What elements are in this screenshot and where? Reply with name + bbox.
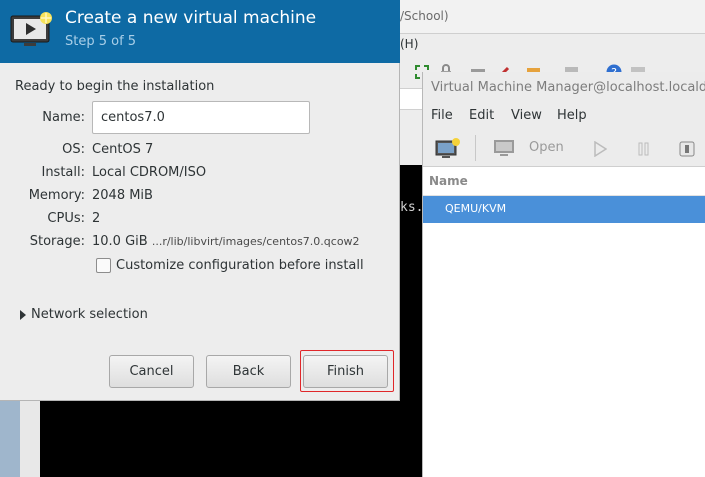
storage-label: Storage:: [29, 234, 85, 249]
background-window-title: /School): [400, 9, 449, 23]
dialog-header: Create a new virtual machine Step 5 of 5: [0, 0, 400, 63]
dialog-step: Step 5 of 5: [65, 34, 137, 49]
menu-file[interactable]: File: [431, 108, 453, 123]
background-window-titlebar: /School): [400, 0, 705, 34]
new-vm-wizard-icon: [10, 12, 54, 50]
dialog-title: Create a new virtual machine: [65, 8, 317, 28]
connection-label: QEMU/KVM: [445, 202, 507, 215]
background-menu-help[interactable]: (H): [400, 37, 418, 51]
monitor-icon: [494, 140, 514, 156]
pause-icon[interactable]: [637, 141, 651, 161]
memory-label: Memory:: [28, 188, 85, 203]
os-label: OS:: [62, 142, 85, 157]
menu-edit[interactable]: Edit: [469, 108, 494, 123]
storage-path: ...r/lib/libvirt/images/centos7.0.qcow2: [151, 235, 360, 248]
ready-label: Ready to begin the installation: [15, 79, 215, 94]
expander-arrow-icon[interactable]: [20, 310, 26, 320]
open-button[interactable]: [493, 138, 517, 162]
memory-value: 2048 MiB: [92, 188, 153, 203]
menu-help[interactable]: Help: [557, 108, 587, 123]
create-vm-dialog: Create a new virtual machine Step 5 of 5…: [0, 0, 400, 401]
storage-size: 10.0 GiB: [92, 234, 148, 249]
shutdown-icon[interactable]: [679, 141, 695, 161]
column-header-name[interactable]: Name: [429, 174, 468, 188]
run-icon[interactable]: [593, 140, 608, 161]
vmm-list-header[interactable]: Name: [423, 168, 705, 196]
vmm-menubar: File Edit View Help: [423, 104, 705, 129]
toolbar-separator: [475, 135, 476, 161]
network-selection-label[interactable]: Network selection: [31, 307, 148, 322]
customize-checkbox[interactable]: [96, 258, 111, 273]
os-value: CentOS 7: [92, 142, 154, 157]
desktop-background: [0, 400, 20, 477]
vmm-window-title: Virtual Machine Manager@localhost.locald…: [431, 80, 705, 95]
vmm-toolbar: Open: [423, 129, 705, 167]
background-window-menubar: (H): [400, 34, 705, 58]
menu-view[interactable]: View: [511, 108, 542, 123]
connection-row-qemu-kvm[interactable]: QEMU/KVM: [423, 196, 705, 223]
customize-label[interactable]: Customize configuration before install: [116, 258, 364, 273]
new-vm-icon: [435, 138, 460, 158]
desktop-background-edge: [20, 400, 40, 477]
install-label: Install:: [41, 165, 85, 180]
cpus-label: CPUs:: [47, 211, 85, 226]
name-label: Name:: [42, 110, 85, 125]
cancel-button[interactable]: Cancel: [109, 355, 194, 388]
vmm-window: Virtual Machine Manager@localhost.locald…: [422, 72, 705, 477]
open-button-label[interactable]: Open: [529, 140, 564, 155]
finish-button[interactable]: Finish: [303, 355, 388, 388]
vmm-titlebar[interactable]: Virtual Machine Manager@localhost.locald…: [423, 72, 705, 104]
terminal-text: ks.: [400, 200, 424, 215]
new-vm-button[interactable]: [435, 137, 461, 163]
vm-name-input[interactable]: [92, 101, 310, 134]
back-button[interactable]: Back: [206, 355, 291, 388]
cpus-value: 2: [92, 211, 101, 226]
install-value: Local CDROM/ISO: [92, 165, 207, 180]
storage-value: 10.0 GiB ...r/lib/libvirt/images/centos7…: [92, 234, 360, 249]
